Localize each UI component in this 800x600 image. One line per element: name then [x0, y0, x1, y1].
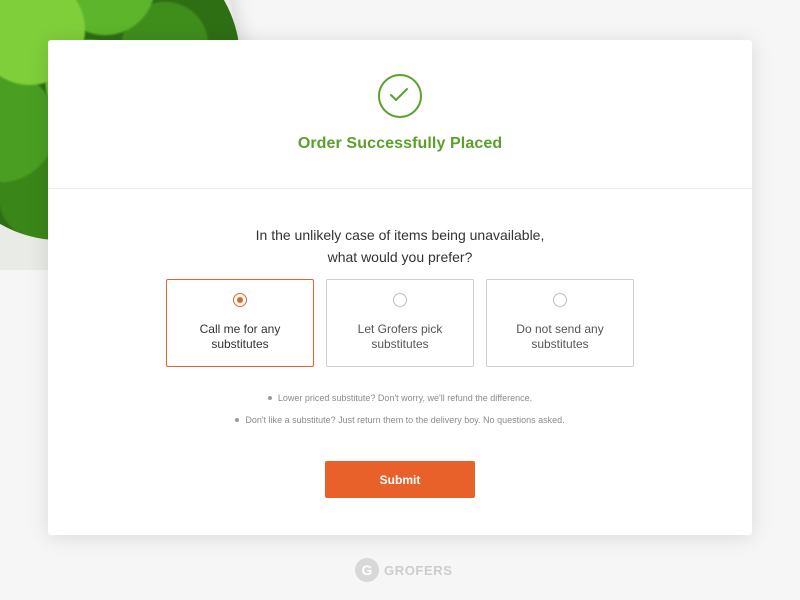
bullet-icon: [235, 417, 240, 422]
option-label: Let Grofers pick substitutes: [357, 322, 443, 351]
substitution-question: In the unlikely case of items being unav…: [48, 224, 752, 268]
option-call-me[interactable]: Call me for any substitutes: [166, 279, 314, 367]
note-text: Lower priced substitute? Don't worry, we…: [277, 393, 533, 403]
note-text: Don't like a substitute? Just return the…: [245, 415, 565, 425]
substitution-options: Call me for any substitutes Let Grofers …: [166, 279, 636, 367]
info-notes: Lower priced substitute? Don't worry, we…: [48, 390, 752, 434]
radio-button[interactable]: [393, 293, 407, 307]
option-label: Do not send any substitutes: [516, 322, 604, 351]
option-label: Call me for any substitutes: [199, 322, 281, 351]
checkmark-circle-icon: [378, 74, 422, 118]
radio-button-selected[interactable]: [233, 293, 247, 307]
checkmark-icon: [390, 88, 408, 101]
radio-button[interactable]: [553, 293, 567, 307]
note-item: Lower priced substitute? Don't worry, we…: [48, 390, 752, 412]
bullet-icon: [267, 395, 272, 400]
brand-name: GROFERS: [384, 563, 453, 578]
order-confirmation-card: Order Successfully Placed In the unlikel…: [48, 40, 752, 535]
question-line-2: what would you prefer?: [327, 249, 473, 265]
grofers-logo-icon: G: [355, 558, 379, 582]
option-do-not-send[interactable]: Do not send any substitutes: [486, 279, 634, 367]
note-item: Don't like a substitute? Just return the…: [48, 412, 752, 434]
question-line-1: In the unlikely case of items being unav…: [255, 227, 545, 243]
option-grofers-pick[interactable]: Let Grofers pick substitutes: [326, 279, 474, 367]
submit-button[interactable]: Submit: [325, 461, 475, 498]
page-title: Order Successfully Placed: [297, 135, 503, 152]
brand-footer: G GROFERS: [355, 558, 453, 584]
card-header: Order Successfully Placed: [48, 40, 752, 189]
